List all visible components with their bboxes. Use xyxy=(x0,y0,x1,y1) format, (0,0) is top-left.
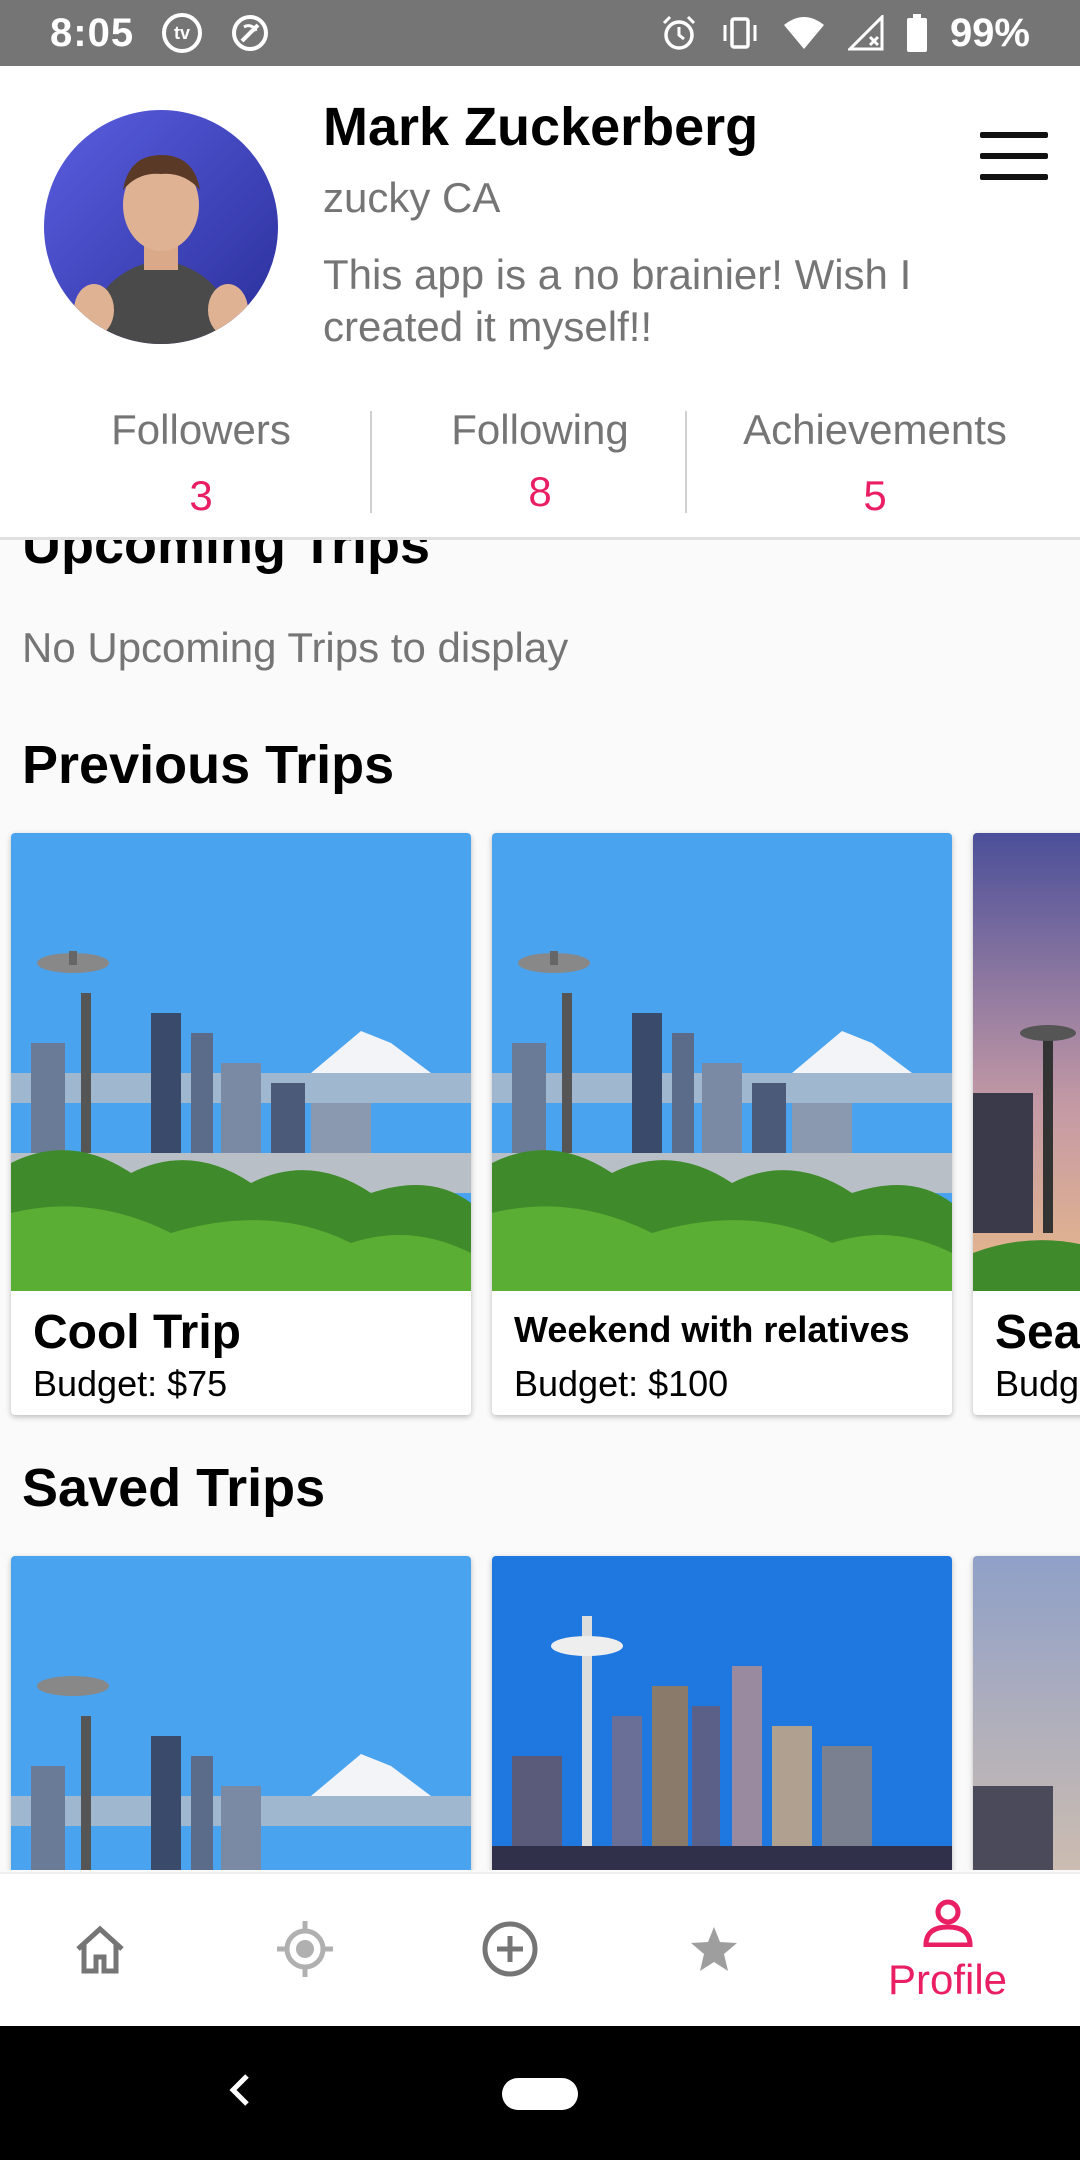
stat-following[interactable]: Following 8 xyxy=(430,406,650,516)
nav-explore[interactable] xyxy=(265,1874,345,2028)
profile-handle: zucky CA xyxy=(323,174,501,221)
stat-label: Achievements xyxy=(743,406,1007,453)
stat-value: 5 xyxy=(863,472,887,519)
battery-percent: 99% xyxy=(949,10,1030,55)
home-icon xyxy=(72,1923,128,1980)
star-icon xyxy=(689,1925,739,1978)
stat-divider xyxy=(370,411,372,513)
trip-image xyxy=(973,833,1080,1291)
stat-value: 8 xyxy=(528,468,552,515)
profile-icon xyxy=(922,1899,974,1952)
trip-image xyxy=(11,833,471,1291)
stat-achievements[interactable]: Achievements 5 xyxy=(730,406,1020,520)
previous-trips-title: Previous Trips xyxy=(22,735,395,795)
trip-card[interactable]: Cool Trip Budget: $75 xyxy=(11,833,471,1415)
trip-budget: Budget: $75 xyxy=(33,1363,228,1404)
sync-icon xyxy=(230,13,270,53)
battery-icon xyxy=(906,14,928,52)
cellular-icon xyxy=(847,15,884,51)
nav-profile[interactable]: Profile xyxy=(860,1874,1035,2028)
trip-card[interactable]: Weekend with relatives Budget: $100 xyxy=(492,833,952,1415)
trip-title: Sea xyxy=(995,1306,1080,1359)
nav-favorites[interactable] xyxy=(674,1874,754,2028)
location-icon xyxy=(275,1919,335,1984)
stat-value: 3 xyxy=(189,472,213,519)
status-bar: 8:05 tv 99% xyxy=(0,0,1080,66)
trip-budget: Budget: $100 xyxy=(514,1363,729,1404)
saved-trips-title: Saved Trips xyxy=(22,1458,326,1518)
status-time: 8:05 xyxy=(50,10,135,55)
avatar[interactable] xyxy=(44,110,278,344)
system-nav-bar xyxy=(0,2026,1080,2160)
trip-image xyxy=(492,1556,952,1870)
trip-image xyxy=(492,833,952,1291)
trips-scroll[interactable]: Upcoming Trips No Upcoming Trips to disp… xyxy=(0,540,1080,1870)
trip-card[interactable]: Sea Budg xyxy=(973,833,1080,1415)
nav-add[interactable] xyxy=(470,1874,550,2028)
nav-home[interactable] xyxy=(60,1874,140,2028)
stat-divider xyxy=(685,411,687,513)
alarm-icon xyxy=(660,14,698,52)
saved-trip-card[interactable] xyxy=(973,1556,1080,1870)
back-icon[interactable] xyxy=(225,2066,253,2119)
stat-label: Followers xyxy=(111,406,291,453)
saved-trip-card[interactable] xyxy=(492,1556,952,1870)
trip-title: Cool Trip xyxy=(33,1306,241,1359)
trip-budget: Budg xyxy=(995,1363,1080,1404)
trip-title: Weekend with relatives xyxy=(514,1309,910,1350)
stat-followers[interactable]: Followers 3 xyxy=(96,406,306,520)
saved-trip-card[interactable] xyxy=(11,1556,471,1870)
upcoming-empty-message: No Upcoming Trips to display xyxy=(22,624,569,671)
upcoming-trips-title: Upcoming Trips xyxy=(22,540,431,575)
vibrate-icon xyxy=(720,15,760,51)
menu-icon[interactable] xyxy=(980,132,1048,180)
bottom-nav: Profile xyxy=(0,1872,1080,2026)
nav-profile-label: Profile xyxy=(887,1955,1008,2003)
home-pill[interactable] xyxy=(502,2078,578,2110)
tv-icon: tv xyxy=(162,13,203,53)
trip-image xyxy=(11,1556,471,1870)
profile-name: Mark Zuckerberg xyxy=(323,97,759,157)
profile-bio: This app is a no brainier! Wish I create… xyxy=(323,251,912,350)
wifi-icon xyxy=(782,15,826,51)
trip-image xyxy=(973,1556,1080,1870)
stat-label: Following xyxy=(451,406,629,453)
profile-header: Mark Zuckerberg zucky CA This app is a n… xyxy=(0,66,1080,540)
add-icon xyxy=(480,1919,540,1984)
